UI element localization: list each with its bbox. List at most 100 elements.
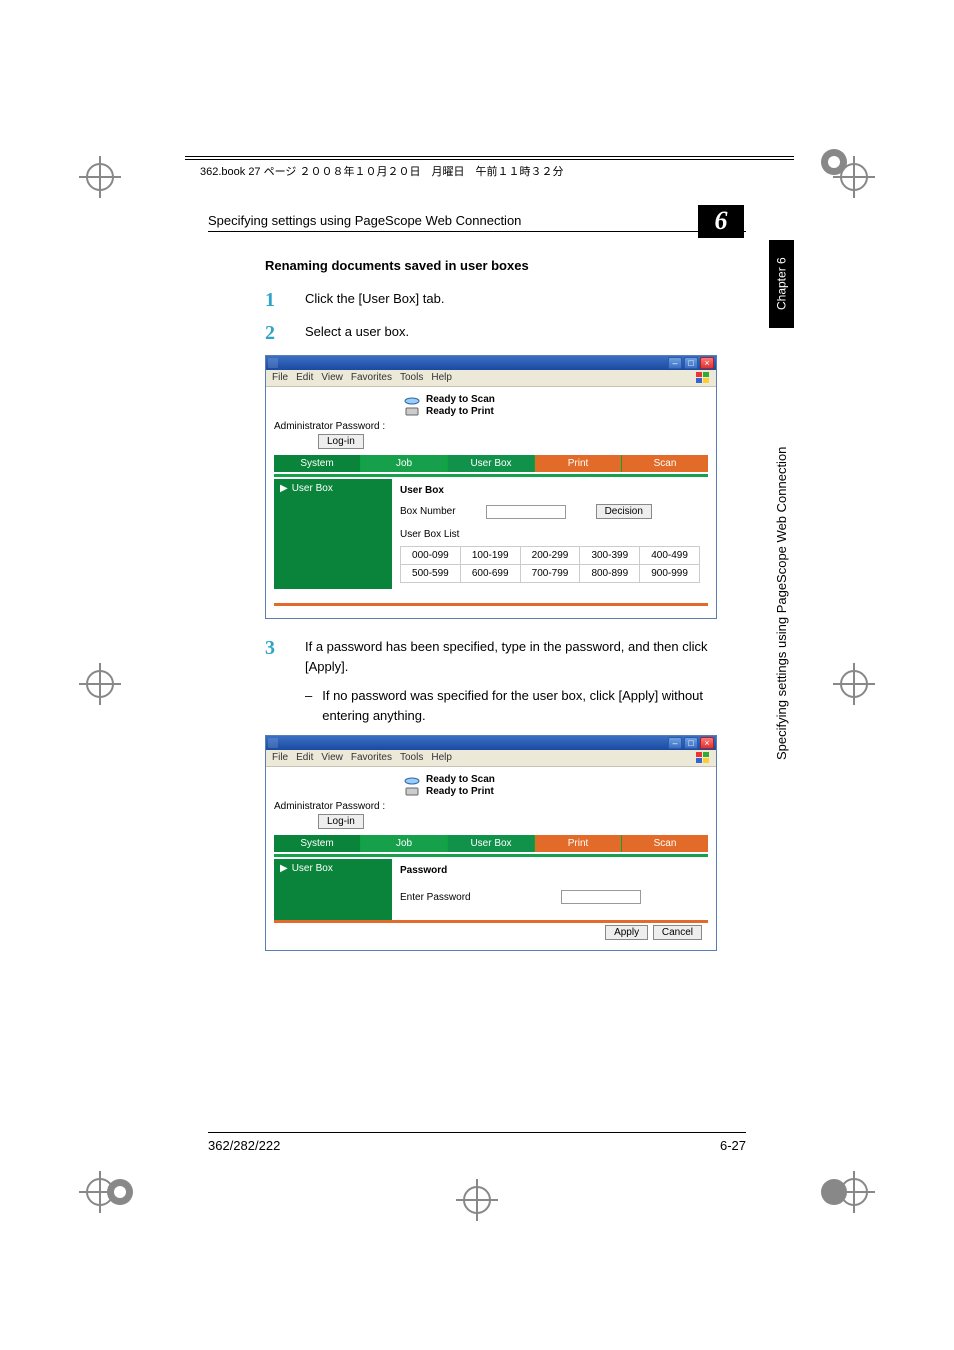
login-button[interactable]: Log-in — [318, 434, 364, 449]
range-200-299[interactable]: 200-299 — [520, 547, 580, 565]
crop-disk-bot-left — [104, 1176, 136, 1208]
status-scan: Ready to Scan — [426, 774, 495, 785]
menu-help[interactable]: Help — [431, 752, 452, 764]
crop-mark-bot-center — [453, 1176, 501, 1224]
chapter-number-box: 6 — [698, 205, 744, 238]
window-titlebar: – □ × — [266, 356, 716, 370]
dash-bullet: – — [305, 686, 312, 725]
step-3-text: If a password has been specified, type i… — [305, 637, 729, 676]
range-000-099[interactable]: 000-099 — [401, 547, 461, 565]
tab-job[interactable]: Job — [361, 455, 448, 472]
tab-strip-2: System Job User Box Print Scan — [274, 835, 708, 852]
step-3-sub: – If no password was specified for the u… — [305, 686, 729, 725]
range-700-799[interactable]: 700-799 — [520, 565, 580, 583]
printer-icon — [404, 405, 420, 417]
tab-scan[interactable]: Scan — [622, 835, 708, 852]
apply-button[interactable]: Apply — [605, 925, 648, 940]
menu-view[interactable]: View — [321, 372, 343, 384]
step-3-num: 3 — [265, 637, 287, 660]
side-running-title: Specifying settings using PageScope Web … — [769, 340, 794, 760]
menu-favorites[interactable]: Favorites — [351, 752, 392, 764]
range-300-399[interactable]: 300-399 — [580, 547, 640, 565]
menu-favorites[interactable]: Favorites — [351, 372, 392, 384]
tab-system[interactable]: System — [274, 455, 361, 472]
admin-password-label: Administrator Password : — [274, 801, 385, 812]
menu-tools[interactable]: Tools — [400, 752, 423, 764]
top-rule — [208, 231, 746, 232]
range-800-899[interactable]: 800-899 — [580, 565, 640, 583]
triangle-right-icon: ▶ — [280, 863, 288, 874]
minimize-button[interactable]: – — [668, 737, 682, 749]
close-button[interactable]: × — [700, 357, 714, 369]
box-number-label: Box Number — [400, 506, 456, 517]
menu-file[interactable]: File — [272, 752, 288, 764]
printer-icon — [404, 785, 420, 797]
menu-edit[interactable]: Edit — [296, 372, 313, 384]
status-scan: Ready to Scan — [426, 394, 495, 405]
step-3: 3 If a password has been specified, type… — [265, 637, 729, 676]
user-box-list-label: User Box List — [400, 529, 700, 540]
crop-mark-top-left — [76, 153, 124, 201]
crop-mark-bot-left — [76, 1168, 124, 1216]
range-900-999[interactable]: 900-999 — [640, 565, 700, 583]
password-input[interactable] — [561, 890, 641, 904]
range-600-699[interactable]: 600-699 — [460, 565, 520, 583]
range-100-199[interactable]: 100-199 — [460, 547, 520, 565]
crop-mark-top-right — [830, 153, 878, 201]
triangle-right-icon: ▶ — [280, 483, 288, 494]
tab-user-box[interactable]: User Box — [448, 455, 535, 472]
range-400-499[interactable]: 400-499 — [640, 547, 700, 565]
crop-disk-bot-right — [818, 1176, 850, 1208]
menu-help[interactable]: Help — [431, 372, 452, 384]
panel-title-user-box: User Box — [400, 485, 700, 496]
close-button[interactable]: × — [700, 737, 714, 749]
login-button[interactable]: Log-in — [318, 814, 364, 829]
panel-title-password: Password — [400, 865, 700, 876]
step-1-num: 1 — [265, 289, 287, 312]
crop-mark-bot-right — [830, 1168, 878, 1216]
app-icon — [268, 358, 278, 368]
menu-edit[interactable]: Edit — [296, 752, 313, 764]
sidebar: ▶ User Box — [274, 479, 392, 589]
crop-disk-top-right — [818, 146, 850, 178]
app-icon — [268, 738, 278, 748]
minimize-button[interactable]: – — [668, 357, 682, 369]
menu-file[interactable]: File — [272, 372, 288, 384]
admin-password-label: Administrator Password : — [274, 421, 385, 432]
tab-scan[interactable]: Scan — [622, 455, 708, 472]
status-print: Ready to Print — [426, 786, 494, 797]
window-titlebar-2: – □ × — [266, 736, 716, 750]
step-2: 2 Select a user box. — [265, 322, 729, 345]
tab-strip: System Job User Box Print Scan — [274, 455, 708, 472]
footer-rule — [208, 1132, 746, 1133]
windows-flag-icon — [696, 752, 710, 764]
tab-system[interactable]: System — [274, 835, 361, 852]
maximize-button[interactable]: □ — [684, 357, 698, 369]
screenshot-2: – □ × File Edit View Favorites Tools Hel… — [265, 735, 717, 951]
print-header-text: 362.book 27 ページ ２００８年１０月２０日 月曜日 午前１１時３２分 — [200, 163, 563, 179]
print-header-rule — [185, 156, 794, 160]
sidebar-item-user-box[interactable]: User Box — [292, 863, 333, 874]
tab-print[interactable]: Print — [535, 455, 622, 472]
decision-button[interactable]: Decision — [596, 504, 652, 519]
tab-user-box[interactable]: User Box — [448, 835, 535, 852]
menubar: File Edit View Favorites Tools Help — [266, 370, 716, 387]
step-3-sub-text: If no password was specified for the use… — [322, 686, 729, 725]
tab-job[interactable]: Job — [361, 835, 448, 852]
cancel-button[interactable]: Cancel — [653, 925, 702, 940]
screenshot-1: – □ × File Edit View Favorites Tools Hel… — [265, 355, 717, 619]
menubar-2: File Edit View Favorites Tools Help — [266, 750, 716, 767]
footer-page: 6-27 — [720, 1138, 746, 1153]
menu-tools[interactable]: Tools — [400, 372, 423, 384]
sidebar-item-user-box[interactable]: User Box — [292, 483, 333, 494]
range-500-599[interactable]: 500-599 — [401, 565, 461, 583]
step-2-num: 2 — [265, 322, 287, 345]
box-number-input[interactable] — [486, 505, 566, 519]
tab-print[interactable]: Print — [535, 835, 622, 852]
menu-view[interactable]: View — [321, 752, 343, 764]
step-2-text: Select a user box. — [305, 322, 409, 342]
maximize-button[interactable]: □ — [684, 737, 698, 749]
step-1-text: Click the [User Box] tab. — [305, 289, 444, 309]
sidebar-2: ▶ User Box — [274, 859, 392, 920]
windows-flag-icon — [696, 372, 710, 384]
